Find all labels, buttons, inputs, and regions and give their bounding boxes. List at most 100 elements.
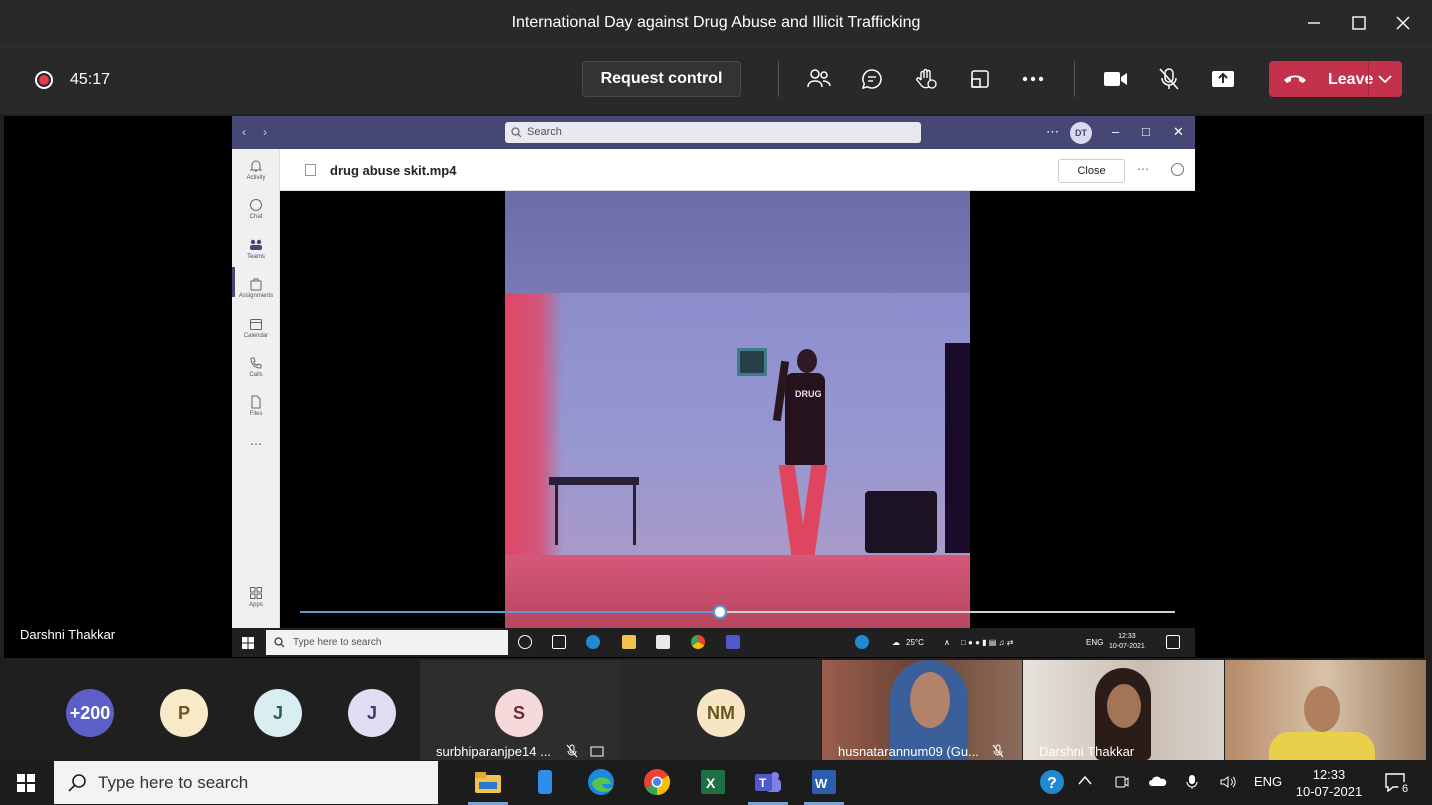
teams-meeting-window: International Day against Drug Abuse and… [0, 0, 1432, 805]
search-icon [274, 637, 285, 648]
calendar-icon [250, 319, 262, 330]
shared-app-rail: Activity Chat Teams Assignments Calendar… [232, 149, 280, 628]
back-icon: ‹ [242, 125, 246, 139]
participant-name: husnatarannum09 (Gu... [838, 744, 979, 759]
word-icon[interactable]: W [808, 766, 840, 798]
rail-item-assignments: Assignments [232, 277, 280, 299]
clock-date: 10-07-2021 [1295, 784, 1363, 799]
participant-video-tile[interactable]: husnatarannum09 (Gu... [822, 660, 1022, 760]
participant-video-tile[interactable] [1225, 660, 1426, 760]
performer-leg [798, 465, 828, 555]
notification-icon[interactable]: 6 [1384, 772, 1412, 797]
chrome-icon [691, 635, 705, 649]
video-table [549, 477, 639, 485]
shared-search-placeholder: Search [527, 126, 562, 138]
request-control-button[interactable]: Request control [582, 61, 741, 97]
video-door [945, 343, 970, 553]
rail-item-apps: Apps [232, 586, 280, 608]
edge-icon [586, 635, 600, 649]
participant-name: surbhiparanjpe14 ... [436, 744, 551, 759]
participant-tile[interactable]: S surbhiparanjpe14 ... [420, 660, 620, 760]
chat-icon[interactable] [856, 63, 888, 95]
file-explorer-icon [622, 635, 636, 649]
participant-strip: +200 P J J S surbhiparanjpe14 ... NM hus… [0, 660, 1432, 760]
participant-avatar[interactable]: P [160, 689, 208, 737]
view-icon[interactable] [964, 63, 996, 95]
share-icon[interactable] [1207, 63, 1239, 95]
participant-avatar[interactable]: J [254, 689, 302, 737]
participant-avatar[interactable]: J [348, 689, 396, 737]
seek-progress [300, 611, 720, 613]
mic-off-icon [566, 744, 578, 758]
rail-label: Calls [249, 372, 263, 378]
maximize-icon[interactable] [1337, 8, 1381, 38]
maximize-icon: □ [1142, 124, 1150, 139]
presenter-name: Darshni Thakkar [20, 627, 116, 642]
help-icon[interactable]: ? [1036, 766, 1068, 798]
toolbar-divider [1074, 61, 1075, 97]
onedrive-icon[interactable] [1148, 774, 1168, 791]
mic-off-icon[interactable] [1153, 63, 1185, 95]
bell-icon [249, 160, 263, 172]
search-icon [68, 774, 86, 792]
system-clock[interactable]: 12:33 10-07-2021 [1290, 766, 1368, 800]
seek-thumb [713, 605, 727, 619]
video-performer: DRUG [771, 349, 837, 555]
meeting-title: International Day against Drug Abuse and… [511, 14, 921, 31]
video-player: DRUG [280, 191, 1195, 628]
participant-video-face [910, 672, 950, 728]
temperature: 25°C [906, 638, 924, 647]
volume-icon[interactable] [1219, 774, 1239, 793]
leave-button[interactable]: Leave [1269, 61, 1402, 97]
rail-label: Activity [246, 175, 266, 181]
help-icon [855, 635, 869, 649]
language-indicator: ENG [1086, 638, 1104, 647]
more-icon[interactable] [1017, 63, 1049, 95]
participant-video-tile[interactable]: Darshni Thakkar [1023, 660, 1224, 760]
windows-start-icon[interactable] [17, 774, 35, 792]
excel-icon[interactable]: X [697, 766, 729, 798]
rail-label: Apps [249, 602, 263, 608]
overflow-participants-button[interactable]: +200 [66, 689, 114, 737]
rail-label: Calendar [243, 333, 269, 339]
leave-label: Leave [1328, 71, 1374, 88]
assignments-icon [250, 278, 262, 291]
rail-item-activity: Activity [232, 159, 280, 181]
rail-item-calls: Calls [232, 356, 280, 378]
meeting-toolbar: 45:17 Request control Leave [0, 46, 1432, 114]
chevron-down-icon[interactable] [1376, 70, 1394, 88]
shared-search-box: Search [505, 122, 921, 143]
shared-windows-taskbar: Type here to search ☁ 25°C ∧ □ ● ● ▮ ▤ ♫… [232, 628, 1195, 657]
meet-now-icon[interactable] [1114, 774, 1130, 793]
shared-teams-header: ‹ › Search ⋯ DT – □ ✕ [232, 116, 1195, 149]
shared-clock: 12:33 10-07-2021 [1109, 632, 1145, 652]
video-speaker [865, 491, 937, 553]
minimize-icon[interactable] [1292, 8, 1336, 38]
raise-hand-icon[interactable] [910, 63, 942, 95]
minimize-icon: – [1112, 124, 1120, 139]
close-icon: ✕ [1173, 124, 1184, 139]
more-icon: ⋯ [1137, 162, 1149, 176]
chrome-icon[interactable] [641, 766, 673, 798]
phone-app-icon[interactable] [529, 766, 561, 798]
rail-label: Chat [249, 214, 263, 220]
camera-icon[interactable] [1100, 63, 1132, 95]
more-icon: ⋯ [1046, 124, 1059, 139]
microphone-icon[interactable] [1186, 774, 1198, 793]
edge-icon[interactable] [585, 766, 617, 798]
participant-tile[interactable]: NM [620, 660, 821, 760]
language-indicator[interactable]: ENG [1254, 774, 1282, 789]
taskbar-search-box[interactable]: Type here to search [54, 761, 438, 804]
chevron-up-icon[interactable] [1078, 774, 1092, 789]
teams-icon[interactable]: T [752, 766, 784, 798]
file-explorer-icon[interactable] [472, 766, 504, 798]
file-viewer-header: drug abuse skit.mp4 Close ⋯ [280, 149, 1195, 191]
table-leg [633, 485, 636, 545]
rail-item-files: Files [232, 395, 280, 417]
people-icon[interactable] [803, 63, 835, 95]
recording-icon [35, 71, 53, 89]
close-icon[interactable] [1381, 8, 1425, 38]
tray-icons: □ ● ● ▮ ▤ ♫ ⇄ [961, 638, 1014, 647]
avatar: DT [1070, 122, 1092, 144]
search-icon [511, 127, 522, 138]
